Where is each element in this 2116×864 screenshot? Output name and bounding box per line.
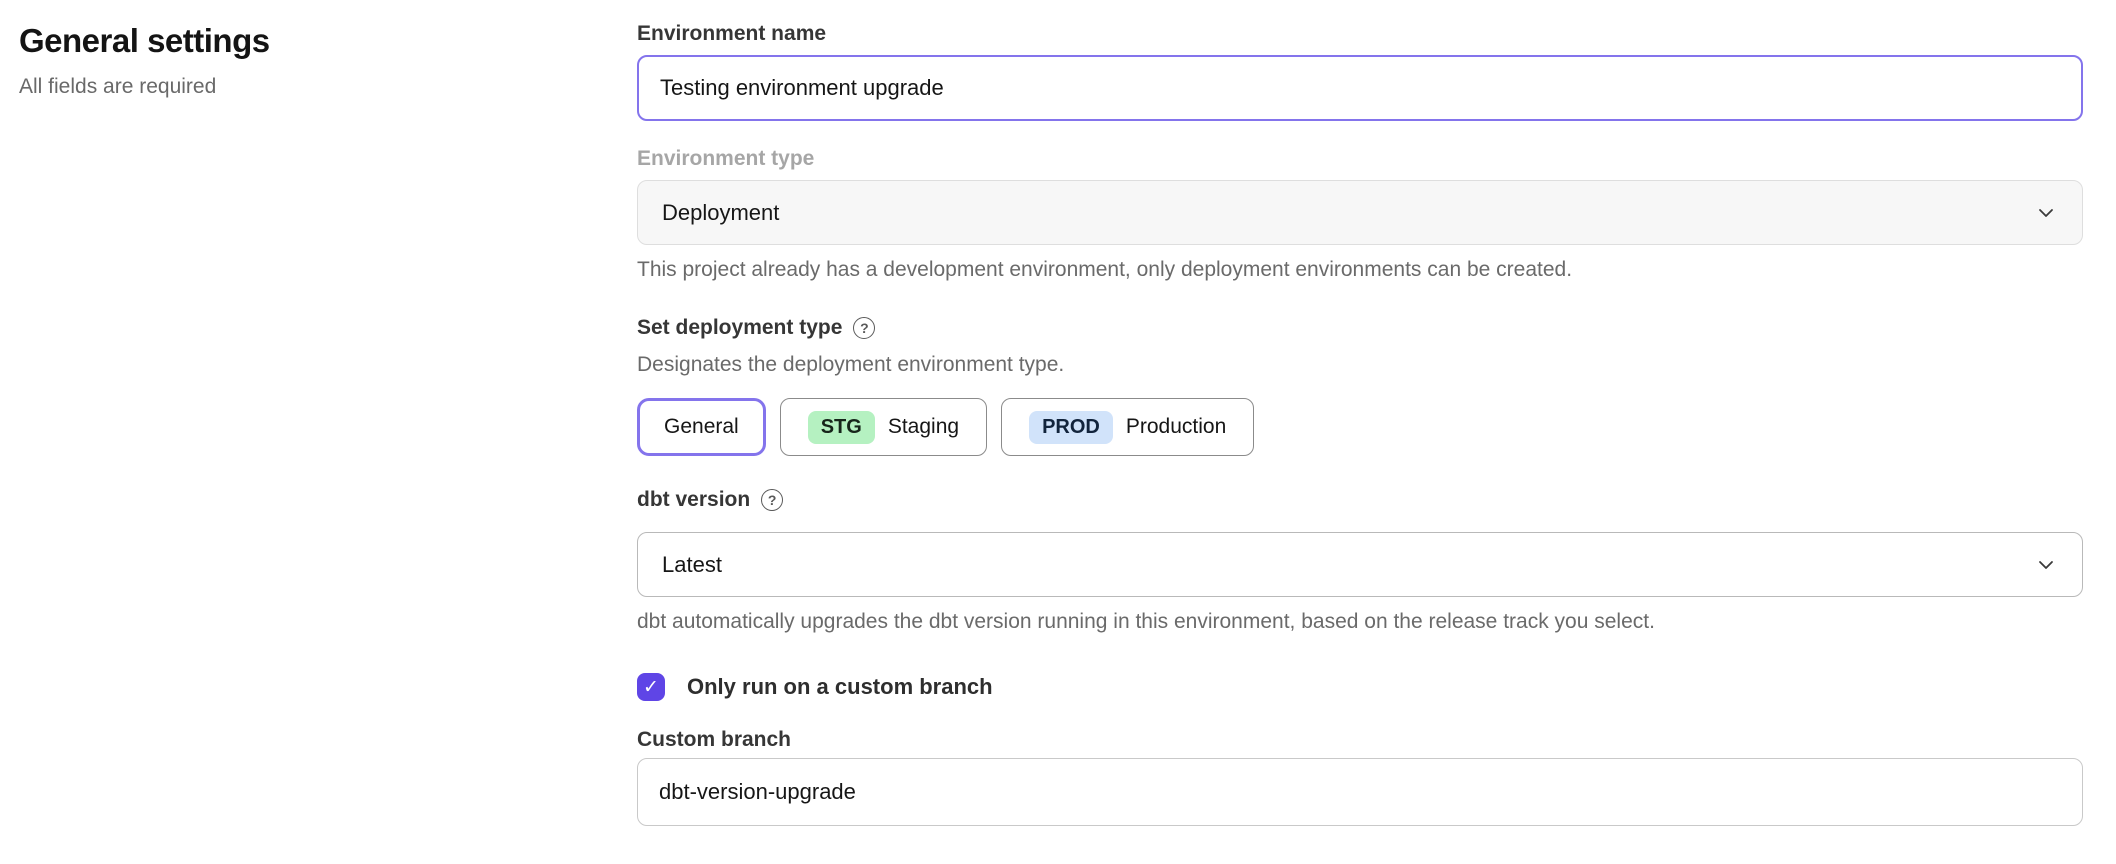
production-badge: PROD bbox=[1029, 411, 1113, 444]
dbt-version-label-text: dbt version bbox=[637, 488, 750, 512]
deployment-type-options: General STG Staging PROD Production bbox=[637, 398, 2083, 456]
deployment-type-label: Set deployment type ? bbox=[637, 316, 2083, 340]
chevron-down-icon bbox=[2036, 203, 2056, 223]
help-icon[interactable]: ? bbox=[853, 317, 875, 339]
chevron-down-icon bbox=[2036, 555, 2056, 575]
custom-branch-input[interactable] bbox=[637, 758, 2083, 826]
custom-branch-checkbox-label: Only run on a custom branch bbox=[687, 674, 993, 700]
deployment-type-option-staging[interactable]: STG Staging bbox=[780, 398, 987, 456]
settings-page: General settings All fields are required… bbox=[0, 0, 2116, 826]
deployment-type-description: Designates the deployment environment ty… bbox=[637, 353, 2083, 377]
custom-branch-checkbox-row: ✓ Only run on a custom branch bbox=[637, 673, 2083, 701]
check-icon: ✓ bbox=[643, 676, 659, 699]
deployment-type-option-production[interactable]: PROD Production bbox=[1001, 398, 1254, 456]
environment-name-label: Environment name bbox=[637, 22, 2083, 46]
dbt-version-select[interactable]: Latest bbox=[637, 532, 2083, 597]
dbt-version-label: dbt version ? bbox=[637, 488, 2083, 512]
staging-badge: STG bbox=[808, 411, 875, 444]
custom-branch-label: Custom branch bbox=[637, 728, 2083, 752]
environment-type-select[interactable]: Deployment bbox=[637, 180, 2083, 245]
deployment-type-label-text: Set deployment type bbox=[637, 316, 842, 340]
deployment-type-option-production-label: Production bbox=[1126, 415, 1226, 439]
dbt-version-helper: dbt automatically upgrades the dbt versi… bbox=[637, 610, 2083, 634]
deployment-type-option-staging-label: Staging bbox=[888, 415, 959, 439]
settings-header: General settings All fields are required bbox=[19, 22, 637, 826]
help-icon[interactable]: ? bbox=[761, 489, 783, 511]
environment-settings-form: Environment name Environment type Deploy… bbox=[637, 22, 2083, 826]
dbt-version-value: Latest bbox=[662, 552, 722, 578]
deployment-type-option-general[interactable]: General bbox=[637, 398, 766, 456]
deployment-type-option-general-label: General bbox=[664, 415, 739, 439]
environment-type-helper: This project already has a development e… bbox=[637, 258, 2083, 282]
custom-branch-checkbox[interactable]: ✓ bbox=[637, 673, 665, 701]
environment-name-input[interactable] bbox=[637, 55, 2083, 121]
environment-type-label: Environment type bbox=[637, 147, 2083, 171]
page-subtitle: All fields are required bbox=[19, 75, 637, 99]
page-title: General settings bbox=[19, 22, 637, 60]
environment-type-value: Deployment bbox=[662, 200, 779, 226]
